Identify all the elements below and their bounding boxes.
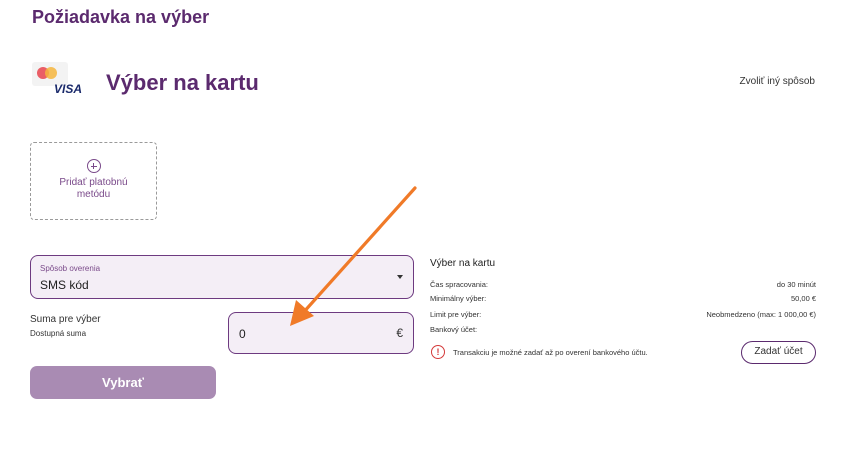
available-amount-label: Dostupná suma	[30, 329, 87, 338]
enter-account-button[interactable]: Zadať účet	[741, 341, 816, 364]
verification-method-label: Spôsob overenia	[40, 264, 101, 273]
exclamation-circle-icon: !	[431, 345, 445, 359]
change-method-link[interactable]: Zvoliť iný spôsob	[740, 76, 815, 87]
info-key: Bankový účet:	[430, 325, 478, 334]
add-payment-method-label: Pridať platobnú metódu	[59, 177, 128, 200]
mastercard-visa-logo: VISA	[30, 60, 86, 98]
info-value: Neobmedzeno (max: 1 000,00 €)	[706, 310, 816, 319]
verification-method-value: SMS kód	[40, 278, 89, 292]
orange-arrow-icon	[290, 186, 417, 326]
info-key: Minimálny výber:	[430, 294, 487, 303]
info-value: do 30 minút	[776, 280, 816, 289]
amount-label: Suma pre výber	[30, 314, 101, 325]
withdraw-button[interactable]: Vybrať	[30, 366, 216, 399]
method-title: Výber na kartu	[106, 70, 259, 95]
warning-text: Transakciu je možné zadať až po overení …	[453, 348, 648, 357]
info-title: Výber na kartu	[430, 258, 496, 269]
page-title: Požiadavka na výber	[32, 7, 210, 27]
add-payment-method-button[interactable]: Pridať platobnú metódu	[30, 142, 157, 220]
info-key: Limit pre výber:	[430, 310, 482, 319]
amount-value: 0	[239, 327, 246, 341]
info-value: 50,00 €	[790, 294, 816, 303]
plus-circle-icon	[86, 159, 101, 173]
visa-logo-text: VISA	[54, 82, 83, 96]
info-key: Čas spracovania:	[430, 280, 488, 289]
